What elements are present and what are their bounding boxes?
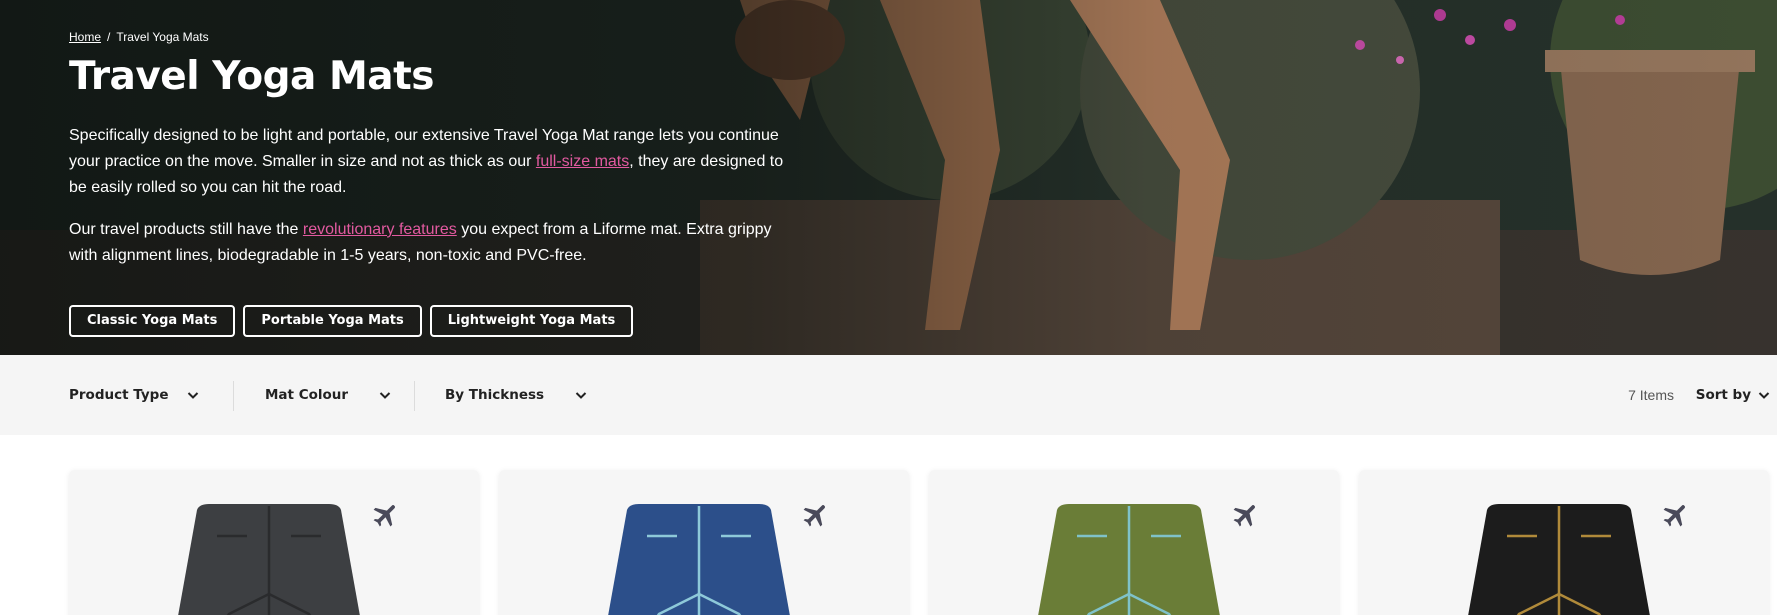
product-image[interactable] — [169, 504, 369, 615]
product-grid — [69, 470, 1777, 615]
hero-category-buttons: Classic Yoga Mats Portable Yoga Mats Lig… — [69, 304, 789, 337]
by-thickness-filter[interactable]: By Thickness — [445, 355, 588, 435]
sort-by-label: Sort by — [1695, 387, 1751, 403]
product-image[interactable] — [599, 504, 799, 615]
page-title: Travel Yoga Mats — [69, 54, 434, 99]
intro-text: Specifically designed to be light and po… — [69, 123, 789, 269]
classic-yoga-mats-button[interactable]: Classic Yoga Mats — [69, 304, 236, 337]
mat-colour-filter[interactable]: Mat Colour — [265, 355, 392, 435]
breadcrumb-current: Travel Yoga Mats — [116, 30, 209, 44]
product-type-label: Product Type — [69, 387, 169, 403]
lightweight-yoga-mats-button[interactable]: Lightweight Yoga Mats — [429, 304, 634, 337]
breadcrumb-separator: / — [107, 30, 111, 44]
intro-paragraph-2: Our travel products still have the revol… — [69, 217, 789, 269]
items-count: 7 Items — [1628, 387, 1674, 403]
breadcrumb-home-link[interactable]: Home — [69, 30, 101, 44]
filter-divider — [233, 381, 234, 411]
airplane-icon — [803, 505, 825, 527]
chevron-down-icon — [188, 392, 199, 399]
product-image[interactable] — [1029, 504, 1229, 615]
chevron-down-icon — [1758, 392, 1770, 399]
breadcrumb: Home / Travel Yoga Mats — [69, 30, 789, 44]
revolutionary-features-link[interactable]: revolutionary features — [303, 221, 457, 238]
product-card[interactable] — [1359, 470, 1769, 615]
product-card[interactable] — [69, 470, 479, 615]
filter-divider — [414, 381, 415, 411]
full-size-mats-link[interactable]: full-size mats — [536, 153, 629, 170]
airplane-icon — [1233, 505, 1255, 527]
filter-bar: Product Type Mat Colour By Thickness 7 I… — [0, 355, 1777, 435]
airplane-icon — [373, 505, 395, 527]
chevron-down-icon — [379, 392, 391, 399]
intro-p2-text-a: Our travel products still have the — [69, 220, 303, 238]
portable-yoga-mats-button[interactable]: Portable Yoga Mats — [243, 304, 422, 337]
chevron-down-icon — [575, 392, 587, 399]
hero-banner: Home / Travel Yoga Mats Travel Yoga Mats… — [0, 0, 1777, 355]
product-type-filter[interactable]: Product Type — [69, 355, 200, 435]
intro-paragraph-1: Specifically designed to be light and po… — [69, 123, 789, 201]
sort-by-dropdown[interactable]: Sort by — [1696, 355, 1771, 435]
airplane-icon — [1663, 505, 1685, 527]
by-thickness-label: By Thickness — [445, 387, 545, 403]
product-card[interactable] — [499, 470, 909, 615]
mat-colour-label: Mat Colour — [265, 387, 349, 403]
hero-content: Home / Travel Yoga Mats Travel Yoga Mats… — [69, 30, 789, 337]
product-image[interactable] — [1459, 504, 1659, 615]
product-card[interactable] — [929, 470, 1339, 615]
